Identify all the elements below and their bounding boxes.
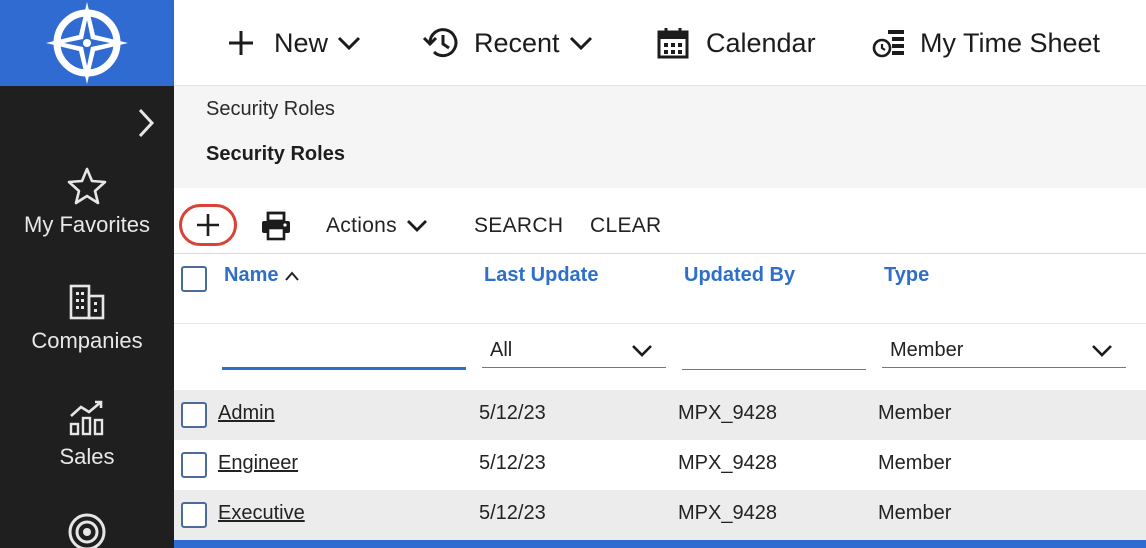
printer-icon [262, 211, 290, 241]
time-sheet-button[interactable]: My Time Sheet [872, 22, 1100, 64]
print-button[interactable] [260, 206, 292, 246]
breadcrumb-parent[interactable]: Security Roles [206, 98, 335, 121]
updated-by-cell: MPX_9428 [678, 402, 777, 424]
last-update-filter-select[interactable]: All [482, 334, 666, 368]
updated-by-filter-input[interactable] [682, 338, 866, 370]
search-button[interactable]: SEARCH [474, 206, 563, 246]
sales-chart-icon [69, 400, 104, 436]
actions-label: Actions [326, 214, 397, 237]
plus-icon [197, 214, 219, 236]
name-filter-input[interactable] [222, 338, 466, 370]
sidebar-item-target[interactable] [0, 512, 174, 548]
app-logo[interactable] [0, 0, 174, 86]
sidebar-item-label: My Favorites [24, 212, 150, 237]
compass-logo-icon [46, 2, 128, 84]
calendar-label: Calendar [706, 27, 816, 58]
updated-by-cell: MPX_9428 [678, 502, 777, 524]
sidebar-item-label: Companies [31, 328, 143, 353]
role-name-link[interactable]: Admin [218, 402, 275, 425]
table-row[interactable]: Executive 5/12/23 MPX_9428 Member [174, 490, 1146, 540]
table-row[interactable]: Admin 5/12/23 MPX_9428 Member [174, 390, 1146, 440]
sidebar-expand-button[interactable] [132, 106, 160, 140]
top-bar: New Recent Calendar My Time Sheet [174, 0, 1146, 86]
actions-menu-button[interactable]: Actions [326, 206, 429, 246]
breadcrumb: Security Roles Security Roles [174, 86, 1146, 188]
sidebar-item-label: Sales [59, 444, 115, 469]
history-icon [422, 28, 458, 58]
last-update-cell: 5/12/23 [479, 402, 546, 424]
row-checkbox[interactable] [181, 452, 207, 478]
target-icon [68, 513, 106, 548]
page-title: Security Roles [206, 143, 345, 165]
calendar-icon [657, 28, 689, 59]
chevron-down-icon [337, 36, 361, 51]
sidebar: My Favorites Companies Sales [0, 0, 174, 548]
sidebar-item-my-favorites[interactable]: My Favorites [0, 166, 174, 238]
row-checkbox[interactable] [181, 402, 207, 428]
new-menu-label: New [274, 27, 329, 58]
plus-icon [229, 31, 253, 55]
star-icon [67, 167, 107, 205]
chevron-down-icon [569, 36, 592, 51]
table-header: Name Last Update Updated By Type [174, 254, 1146, 324]
column-header-label: Last Update [484, 264, 599, 286]
add-record-button[interactable] [179, 204, 237, 246]
updated-by-cell: MPX_9428 [678, 452, 777, 474]
chevron-down-icon [406, 220, 427, 232]
clear-button[interactable]: CLEAR [590, 206, 662, 246]
column-header-label: Name [224, 264, 279, 286]
column-header-label: Type [884, 264, 930, 286]
search-label: SEARCH [474, 214, 564, 237]
clear-label: CLEAR [590, 214, 662, 237]
list-toolbar: Actions SEARCH CLEAR [174, 188, 1146, 254]
table-row[interactable]: Engineer 5/12/23 MPX_9428 Member [174, 440, 1146, 490]
type-cell: Member [878, 452, 952, 474]
type-cell: Member [878, 402, 952, 424]
last-update-cell: 5/12/23 [479, 502, 546, 524]
last-update-cell: 5/12/23 [479, 452, 546, 474]
type-cell: Member [878, 502, 952, 524]
sidebar-item-sales[interactable]: Sales [0, 398, 174, 470]
type-filter-select[interactable]: Member [882, 334, 1126, 368]
time-sheet-label: My Time Sheet [920, 27, 1101, 58]
selected-row-indicator [174, 540, 1146, 548]
select-value: All [490, 339, 513, 361]
row-checkbox[interactable] [181, 502, 207, 528]
column-header-label: Updated By [684, 264, 796, 286]
role-name-link[interactable]: Engineer [218, 452, 298, 475]
recent-menu-button[interactable]: Recent [422, 22, 594, 64]
building-icon [69, 284, 105, 320]
filter-row: All Member [174, 324, 1146, 390]
chevron-down-icon [1092, 344, 1112, 357]
new-menu-button[interactable]: New [226, 22, 362, 64]
role-name-link[interactable]: Executive [218, 502, 305, 525]
sidebar-item-companies[interactable]: Companies [0, 282, 174, 354]
column-header-updated-by[interactable]: Updated By [684, 264, 795, 287]
chevron-right-icon [138, 108, 155, 138]
calendar-button[interactable]: Calendar [656, 22, 816, 64]
column-header-last-update[interactable]: Last Update [484, 264, 598, 287]
recent-menu-label: Recent [474, 27, 560, 58]
sort-ascending-icon [285, 270, 300, 281]
select-all-checkbox[interactable] [181, 266, 207, 292]
app-root: My Favorites Companies Sales New Recent … [0, 0, 1146, 548]
column-header-name[interactable]: Name [224, 264, 300, 287]
column-header-type[interactable]: Type [884, 264, 929, 287]
chevron-down-icon [632, 344, 652, 357]
select-value: Member [890, 339, 964, 361]
timesheet-icon [872, 30, 904, 58]
